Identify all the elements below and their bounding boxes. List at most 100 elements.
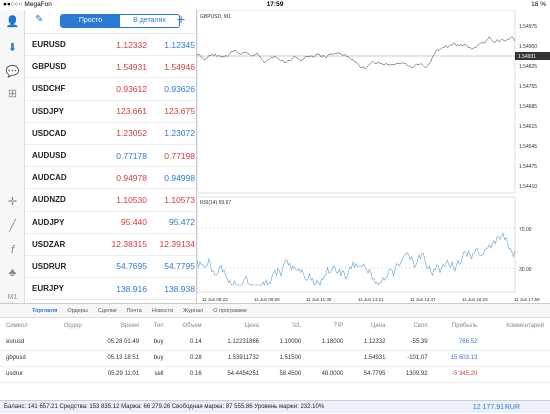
column-header: T/P bbox=[333, 323, 344, 329]
quote-ask: 12.39134 bbox=[159, 239, 195, 250]
quote-row[interactable]: USDJPY 123.661 123.675 bbox=[25, 101, 196, 123]
quote-bid: 1.12332 bbox=[116, 39, 147, 50]
quote-row[interactable]: AUDNZD 1.10530 1.10573 bbox=[25, 189, 196, 212]
table-cell: -55.39 bbox=[391, 334, 434, 351]
quotes-list: EURUSD 1.12332 1.12345 GBPUSD 1.54931 1.54946… bbox=[25, 34, 196, 301]
x-tick: 11 Jun 16:23 bbox=[462, 297, 488, 302]
status-bar: ●●○○○ MegaFon 17:59 18 % bbox=[0, 0, 550, 10]
rsi-series bbox=[196, 232, 516, 286]
line-icon[interactable]: ╱ bbox=[0, 216, 25, 236]
column-header: S/L bbox=[292, 323, 302, 329]
table-cell: 1.53911732 bbox=[207, 350, 266, 367]
quote-bid: 0.77178 bbox=[116, 150, 147, 161]
table-cell: 0.16 bbox=[169, 366, 208, 383]
table-cell: 15 603.13 bbox=[433, 350, 484, 367]
quote-row[interactable]: USDRUR 54.7695 54.7795 bbox=[25, 256, 196, 279]
table-header: Символ Ордер Время Тип Объем Цена S/L T/P Цена Св… bbox=[0, 318, 550, 334]
mode-simple-button[interactable]: Просто bbox=[61, 15, 120, 27]
quote-row[interactable]: GBPUSD 1.54931 1.54946 bbox=[25, 56, 196, 79]
quote-row[interactable]: USDCHF 0.93612 0.93626 bbox=[25, 78, 196, 101]
x-tick: 11 Jun 09:59 bbox=[254, 297, 280, 302]
table-row[interactable]: eurusd 05.28 01:49 buy 0.14 1.12231866 1.1000… bbox=[0, 334, 550, 351]
quote-bid: 138.916 bbox=[116, 283, 147, 294]
column-header: Цена bbox=[244, 323, 260, 329]
quote-symbol: USDCAD bbox=[32, 128, 67, 138]
y-tick: 1.54975 bbox=[519, 24, 537, 30]
table-cell bbox=[483, 350, 550, 367]
tab-1[interactable]: Ордеры bbox=[67, 308, 88, 314]
table-cell: usdrur bbox=[0, 366, 52, 383]
quote-ask: 123.675 bbox=[164, 106, 195, 117]
current-price-label: 1.54931 bbox=[518, 54, 536, 60]
quote-row[interactable]: AUDCAD 0.94978 0.94998 bbox=[25, 167, 196, 190]
quote-symbol: EURUSD bbox=[32, 40, 66, 50]
quote-ask: 54.7795 bbox=[164, 261, 195, 272]
add-symbol-icon[interactable]: + bbox=[177, 11, 185, 27]
quotes-panel: ✎ Просто В деталях + EURUSD 1.12332 1.1234… bbox=[25, 10, 197, 303]
account-summary: Баланс: 141 657.21 Средства: 153 835.12 … bbox=[4, 404, 325, 410]
quote-ask: 1.23072 bbox=[164, 128, 195, 139]
rsi-label: RSI(14) 59.67 bbox=[200, 200, 231, 206]
mode-detail-button[interactable]: В деталях bbox=[120, 15, 179, 27]
quote-row[interactable]: EURUSD 1.12332 1.12345 bbox=[25, 34, 196, 57]
x-tick: 11 Jun 14:47 bbox=[410, 297, 436, 302]
table-cell: 0.14 bbox=[169, 334, 208, 351]
quote-ask: 0.93626 bbox=[164, 83, 195, 94]
column-header: Тип bbox=[153, 323, 164, 329]
user-icon[interactable]: 👤 bbox=[0, 12, 25, 32]
price-series bbox=[196, 36, 516, 70]
quote-bid: 0.94978 bbox=[116, 172, 147, 183]
column-header: Время bbox=[121, 323, 140, 329]
battery-label: 18 % bbox=[531, 1, 546, 8]
add-icon[interactable]: ⊞ bbox=[0, 84, 25, 104]
rsi-plot-frame bbox=[196, 196, 516, 293]
tab-2[interactable]: Сделки bbox=[98, 308, 117, 314]
trade-panel: Торговля Ордеры Сделки Почта Новости Журнал О … bbox=[0, 303, 550, 413]
buy-icon[interactable]: ⬇ bbox=[0, 38, 25, 58]
table-cell: eurusd bbox=[0, 334, 52, 351]
tab-5[interactable]: Журнал bbox=[183, 308, 203, 314]
crosshair-icon[interactable]: ✛ bbox=[0, 192, 25, 212]
tab-4[interactable]: Новости bbox=[152, 308, 173, 314]
quote-row[interactable]: USDZAR 12.38315 12.39134 bbox=[25, 234, 196, 256]
shapes-icon[interactable]: ♣ bbox=[0, 263, 25, 283]
mode-switch: Просто В деталях bbox=[60, 14, 180, 28]
table-cell: -101.07 bbox=[391, 350, 434, 367]
table-cell: buy bbox=[145, 350, 170, 367]
table-cell: 05.29 11:01 bbox=[87, 366, 146, 383]
table-cell bbox=[483, 334, 550, 351]
quote-symbol: USDCHF bbox=[32, 84, 66, 94]
table-cell: 1309.92 bbox=[391, 366, 434, 383]
price-plot-frame bbox=[196, 9, 516, 194]
x-tick: 11 Jun 13:11 bbox=[358, 297, 384, 302]
quote-bid: 54.7695 bbox=[116, 261, 147, 272]
x-tick: 11 Jun 11:35 bbox=[306, 297, 332, 302]
chat-icon[interactable]: 💬 bbox=[0, 62, 25, 82]
edit-icon[interactable]: ✎ bbox=[35, 14, 43, 25]
table-cell: gbpusd bbox=[0, 350, 52, 367]
price-chart[interactable]: GBPUSD, M1 RSI(14) 59.67 1.54975 1.54900 1.5… bbox=[196, 9, 550, 303]
table-cell: buy bbox=[145, 334, 170, 351]
quote-symbol: GBPUSD bbox=[32, 62, 67, 72]
table-cell: 58.4500 bbox=[265, 366, 308, 383]
tab-6[interactable]: О программе bbox=[213, 308, 247, 314]
quote-ask: 1.54946 bbox=[164, 61, 195, 72]
quote-symbol: AUDUSD bbox=[32, 151, 67, 161]
quote-row[interactable]: USDCAD 1.23052 1.23072 bbox=[25, 123, 196, 145]
quote-symbol: USDJPY bbox=[32, 106, 65, 116]
table-cell: 48.0000 bbox=[307, 366, 350, 383]
quote-row[interactable]: AUDJPY 95.440 95.472 bbox=[25, 212, 196, 234]
chart-area[interactable]: GBPUSD, M1 RSI(14) 59.67 1.54975 1.54900 1.5… bbox=[196, 9, 550, 303]
table-cell: 1.10000 bbox=[265, 334, 308, 351]
table-row[interactable]: usdrur 05.29 11:01 sell 0.16 54.4454251 58.45… bbox=[0, 366, 550, 383]
trade-tabs: Торговля Ордеры Сделки Почта Новости Журнал О … bbox=[0, 304, 550, 318]
column-header: Прибыль bbox=[451, 323, 478, 329]
column-header: Своп bbox=[413, 323, 428, 329]
tab-0[interactable]: Торговля bbox=[32, 308, 57, 314]
quote-row[interactable]: AUDUSD 0.77178 0.77198 bbox=[25, 145, 196, 168]
quote-symbol: EURJPY bbox=[32, 284, 65, 294]
table-row[interactable]: gbpusd 05.13 18:51 buy 0.28 1.53911732 1.5150… bbox=[0, 350, 550, 367]
fx-icon[interactable]: f bbox=[0, 240, 25, 260]
quote-row[interactable]: EURJPY 138.916 138.938 bbox=[25, 278, 196, 301]
tab-3[interactable]: Почта bbox=[127, 308, 142, 314]
